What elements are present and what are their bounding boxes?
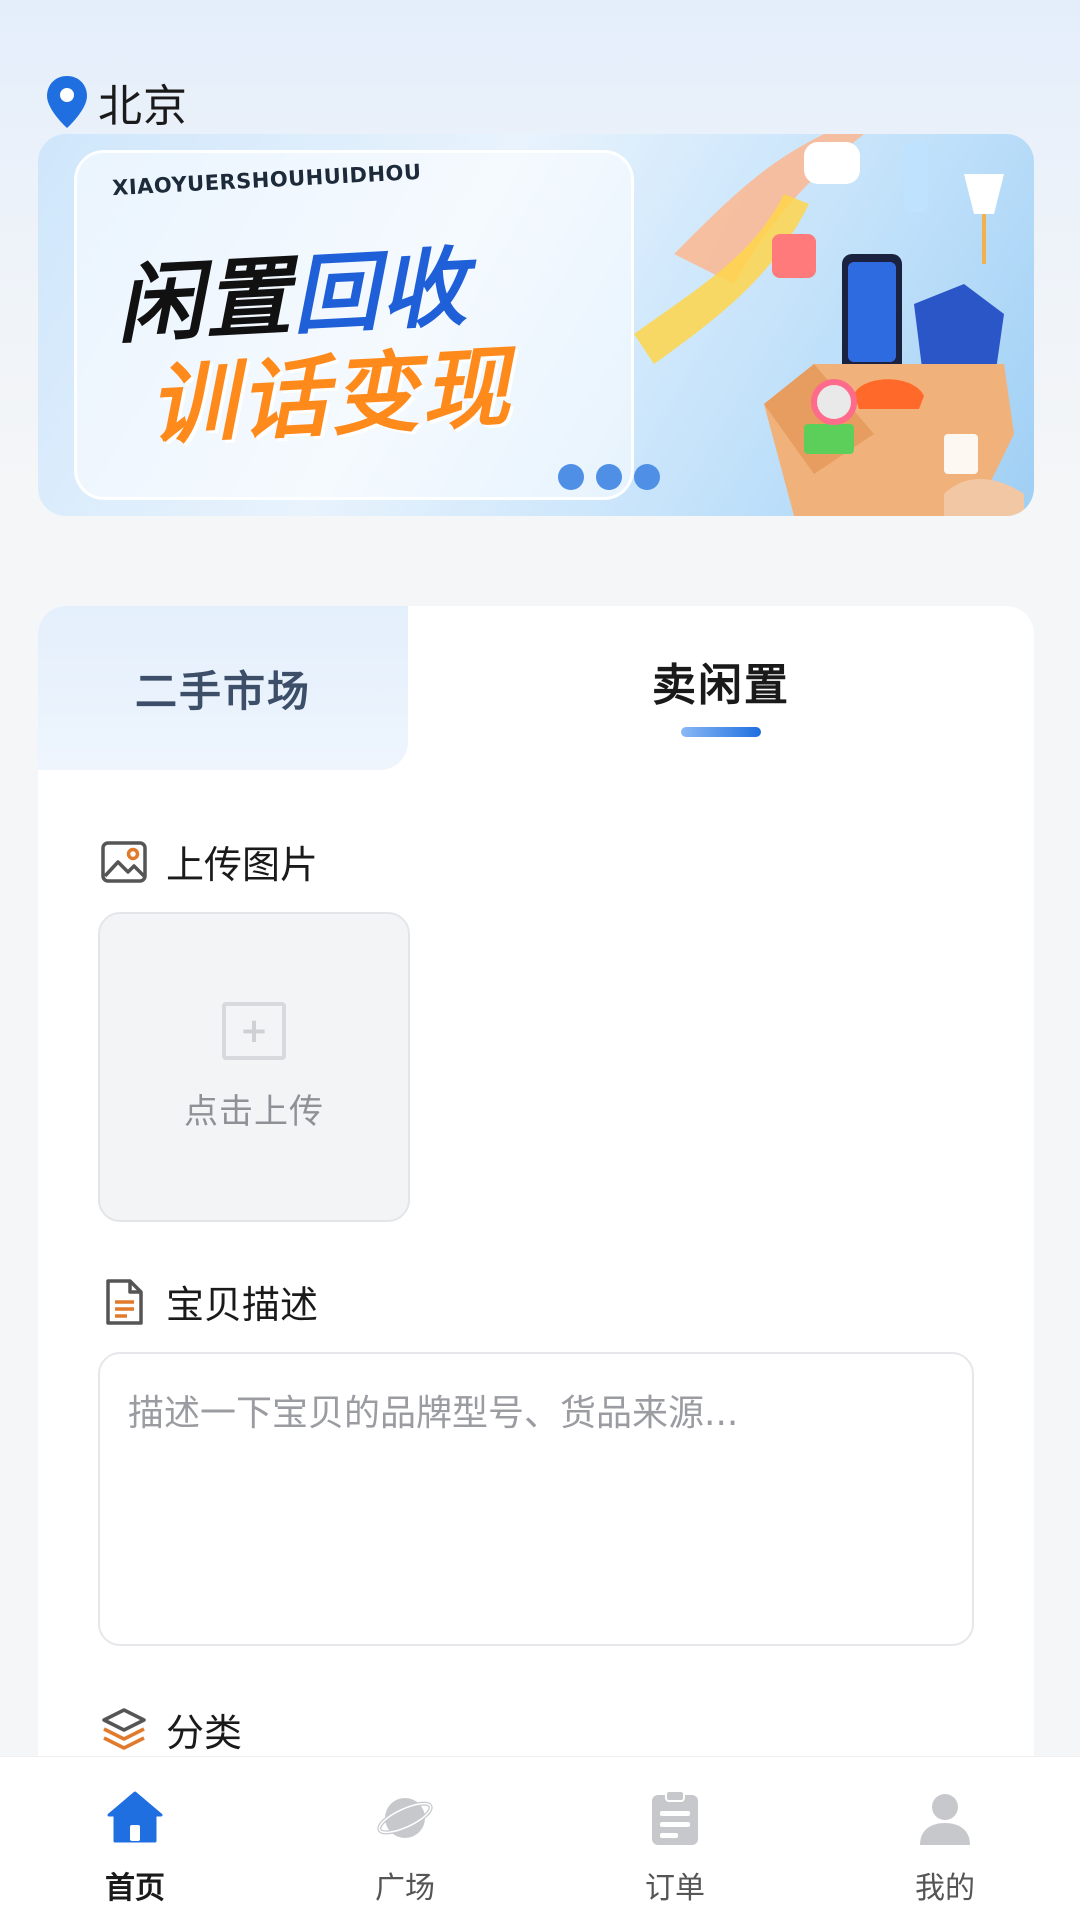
promo-banner[interactable]: XIAOYUERSHOUHUIDHOU 闲置回收 训话变现 (38, 134, 1034, 516)
sell-form-card: 二手市场 卖闲置 上传图片 + 点击上传 宝贝描述 描述一下宝贝的品牌型号、货品… (38, 606, 1034, 1920)
layers-icon (102, 1707, 146, 1750)
location-pin-icon (47, 76, 87, 128)
image-icon (101, 840, 147, 883)
upload-section-header: 上传图片 (100, 834, 318, 889)
carousel-dot (558, 464, 584, 490)
tab-label: 二手市场 (134, 666, 311, 716)
nav-label: 订单 (645, 1871, 705, 1906)
nav-item-profile[interactable]: 我的 (810, 1757, 1080, 1920)
nav-item-home[interactable]: 首页 (0, 1757, 270, 1920)
city-label: 北京 (98, 81, 188, 132)
description-input[interactable] (100, 1354, 972, 1644)
description-section-header: 宝贝描述 (100, 1274, 318, 1329)
category-section-title: 分类 (166, 1711, 243, 1755)
clipboard-icon (652, 1790, 698, 1845)
location-selector[interactable]: 北京 (44, 74, 188, 132)
tab-sell-idle[interactable]: 卖闲置 (408, 606, 1034, 770)
banner-headline-2: 训话变现 (145, 335, 515, 458)
add-image-icon: + (222, 1001, 286, 1060)
bottom-nav-bar: 首页 广场 订单 我的 (0, 1756, 1080, 1920)
nav-label: 我的 (915, 1871, 975, 1906)
gamepad-shape (804, 142, 860, 184)
app-screen: 北京 XIAOYUERSHOUHUIDHOU 闲置回收 训话变现 二手市场 卖闲… (0, 0, 1080, 1920)
recycle-box-illustration (634, 134, 1024, 516)
nav-label: 首页 (105, 1871, 165, 1906)
nav-item-orders[interactable]: 订单 (540, 1757, 810, 1920)
home-icon (107, 1791, 163, 1843)
user-icon (920, 1794, 970, 1845)
document-icon (106, 1278, 143, 1325)
upload-image-button[interactable]: + 点击上传 (98, 912, 410, 1222)
planet-icon (377, 1798, 433, 1838)
tab-label: 卖闲置 (652, 660, 790, 711)
nav-label: 广场 (375, 1871, 435, 1906)
market-tabs: 二手市场 卖闲置 (38, 606, 1034, 770)
upload-button-label: 点击上传 (184, 1091, 324, 1132)
upload-section-title: 上传图片 (166, 843, 319, 887)
tab-second-hand-market[interactable]: 二手市场 (38, 606, 408, 770)
active-tab-indicator (681, 727, 761, 737)
category-section-header[interactable]: 分类 (100, 1702, 242, 1757)
description-section-title: 宝贝描述 (166, 1283, 319, 1327)
description-field-wrapper (98, 1352, 974, 1646)
nav-item-square[interactable]: 广场 (270, 1757, 540, 1920)
